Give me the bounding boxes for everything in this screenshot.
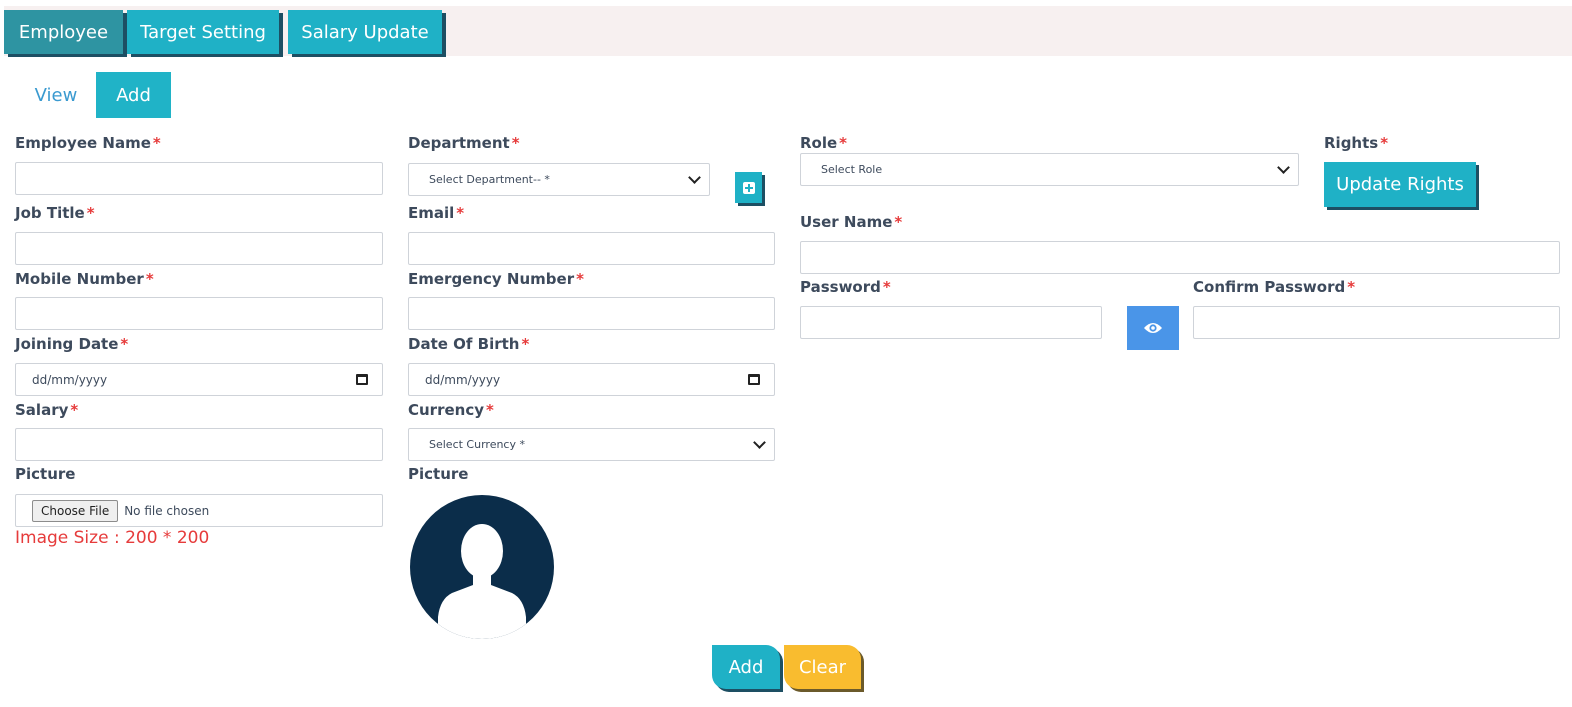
emergency-number-label: Emergency Number * <box>408 270 584 288</box>
password-label: Password * <box>800 278 891 296</box>
job-title-label: Job Title * <box>15 204 95 222</box>
tab-label: Employee <box>18 21 109 43</box>
picture-file-input[interactable]: Choose File No file chosen <box>15 494 383 527</box>
add-department-button[interactable] <box>735 172 762 203</box>
image-size-hint: Image Size : 200 * 200 <box>15 528 210 548</box>
salary-label: Salary * <box>15 401 79 419</box>
department-selected: Select Department-- * <box>429 173 550 186</box>
email-input[interactable] <box>408 232 775 265</box>
date-placeholder: dd/mm/yyyy <box>425 372 501 387</box>
chevron-down-icon <box>753 435 766 449</box>
tab-salary-update[interactable]: Salary Update <box>288 10 442 54</box>
eye-icon <box>1144 323 1162 333</box>
date-placeholder: dd/mm/yyyy <box>32 372 108 387</box>
department-label: Department * <box>408 134 520 152</box>
role-label: Role * <box>800 134 848 152</box>
joining-date-label: Joining Date * <box>15 335 129 353</box>
job-title-input[interactable] <box>15 232 383 265</box>
employee-name-input[interactable] <box>15 162 383 195</box>
chevron-down-icon <box>688 170 701 184</box>
update-rights-button[interactable]: Update Rights <box>1324 162 1476 207</box>
currency-label: Currency * <box>408 401 494 419</box>
password-input[interactable] <box>800 306 1102 339</box>
file-status: No file chosen <box>124 503 210 518</box>
salary-input[interactable] <box>15 428 383 461</box>
user-name-input[interactable] <box>800 241 1560 274</box>
confirm-password-input[interactable] <box>1193 306 1560 339</box>
mobile-number-label: Mobile Number * <box>15 270 154 288</box>
email-label: Email * <box>408 204 465 222</box>
employee-name-label: Employee Name * <box>15 134 161 152</box>
user-name-label: User Name * <box>800 213 903 231</box>
tab-label: Target Setting <box>140 21 266 43</box>
confirm-password-label: Confirm Password * <box>1193 278 1356 296</box>
emergency-number-input[interactable] <box>408 297 775 330</box>
rights-label: Rights * <box>1324 134 1389 152</box>
chevron-down-icon <box>1277 160 1290 174</box>
subtab-add[interactable]: Add <box>96 72 171 118</box>
user-silhouette-icon <box>438 524 526 639</box>
tab-employee[interactable]: Employee <box>4 10 123 54</box>
date-of-birth-input[interactable]: dd/mm/yyyy <box>408 363 775 396</box>
choose-file-button[interactable]: Choose File <box>32 499 119 522</box>
add-button[interactable]: Add <box>712 645 780 689</box>
toggle-password-button[interactable] <box>1127 306 1179 350</box>
calendar-icon[interactable] <box>356 374 368 385</box>
currency-select[interactable]: Select Currency * <box>408 428 775 461</box>
department-select[interactable]: Select Department-- * <box>408 163 710 196</box>
role-selected: Select Role <box>821 163 883 176</box>
tab-label: Salary Update <box>301 21 429 43</box>
subtab-view[interactable]: View <box>20 72 92 118</box>
clear-button[interactable]: Clear <box>784 645 861 689</box>
role-select[interactable]: Select Role <box>800 153 1299 186</box>
mobile-number-input[interactable] <box>15 297 383 330</box>
currency-selected: Select Currency * <box>429 438 525 451</box>
plus-square-icon <box>742 181 755 194</box>
date-of-birth-label: Date Of Birth * <box>408 335 530 353</box>
joining-date-input[interactable]: dd/mm/yyyy <box>15 363 383 396</box>
picture-preview-label: Picture <box>408 465 469 483</box>
tab-target-setting[interactable]: Target Setting <box>127 10 279 54</box>
picture-label: Picture <box>15 465 76 483</box>
avatar <box>410 495 554 639</box>
calendar-icon[interactable] <box>748 374 760 385</box>
